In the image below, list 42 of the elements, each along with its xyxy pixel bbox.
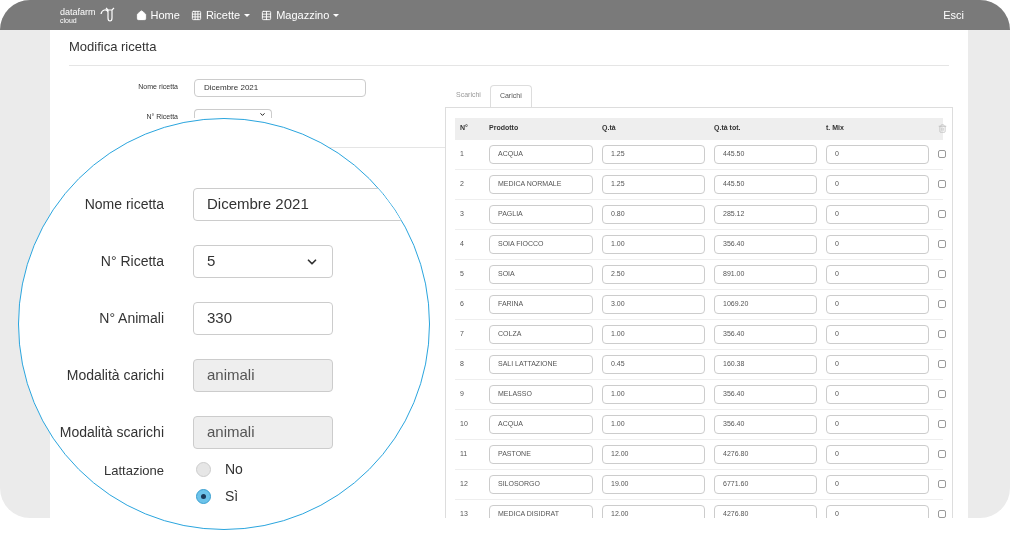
trash-icon[interactable]: [938, 124, 947, 133]
text-field[interactable]: Dicembre 2021: [194, 78, 366, 97]
row-checkbox[interactable]: [938, 510, 946, 518]
row-checkbox[interactable]: [938, 150, 946, 158]
table-icon: [261, 9, 273, 21]
logout-link[interactable]: Esci: [943, 6, 964, 24]
logo-text: datafarm: [60, 8, 96, 17]
row-checkbox[interactable]: [938, 300, 946, 308]
field-label: Modalità scarichi: [58, 423, 164, 442]
grid-icon: [190, 9, 202, 21]
field-label: Nome ricetta: [83, 195, 164, 214]
radio-button[interactable]: [196, 462, 211, 477]
row-checkbox[interactable]: [938, 330, 946, 338]
field-label: Modalità carichi: [65, 366, 164, 385]
caret-icon: [244, 13, 251, 17]
text-field[interactable]: 330: [193, 302, 333, 335]
radio-button[interactable]: [196, 489, 211, 504]
radio-option[interactable]: No: [196, 459, 243, 480]
nav-link[interactable]: Magazzino: [261, 6, 340, 24]
row-checkbox[interactable]: [938, 360, 946, 368]
row-checkbox[interactable]: [938, 480, 946, 488]
row-checkbox[interactable]: [938, 270, 946, 278]
select-field[interactable]: 5: [193, 245, 333, 278]
field-label: Lattazione: [104, 462, 164, 480]
select-field[interactable]: [194, 108, 272, 118]
readonly-field: animali: [193, 359, 333, 392]
nav-link[interactable]: Home: [135, 6, 180, 24]
field-label: N° Animali: [98, 309, 164, 328]
radio-option[interactable]: Sì: [196, 486, 243, 507]
page-title: Modifica ricetta: [69, 38, 158, 56]
home-icon: [135, 9, 147, 21]
row-checkbox[interactable]: [938, 210, 946, 218]
field-label: N° Ricetta: [99, 252, 164, 271]
readonly-field: animali: [193, 416, 333, 449]
row-checkbox[interactable]: [938, 420, 946, 428]
caret-icon: [333, 13, 340, 17]
row-checkbox[interactable]: [938, 390, 946, 398]
row-checkbox[interactable]: [938, 450, 946, 458]
nav-link[interactable]: Ricette: [190, 6, 251, 24]
row-checkbox[interactable]: [938, 240, 946, 248]
row-checkbox[interactable]: [938, 180, 946, 188]
chevron-down-icon: [259, 110, 266, 118]
